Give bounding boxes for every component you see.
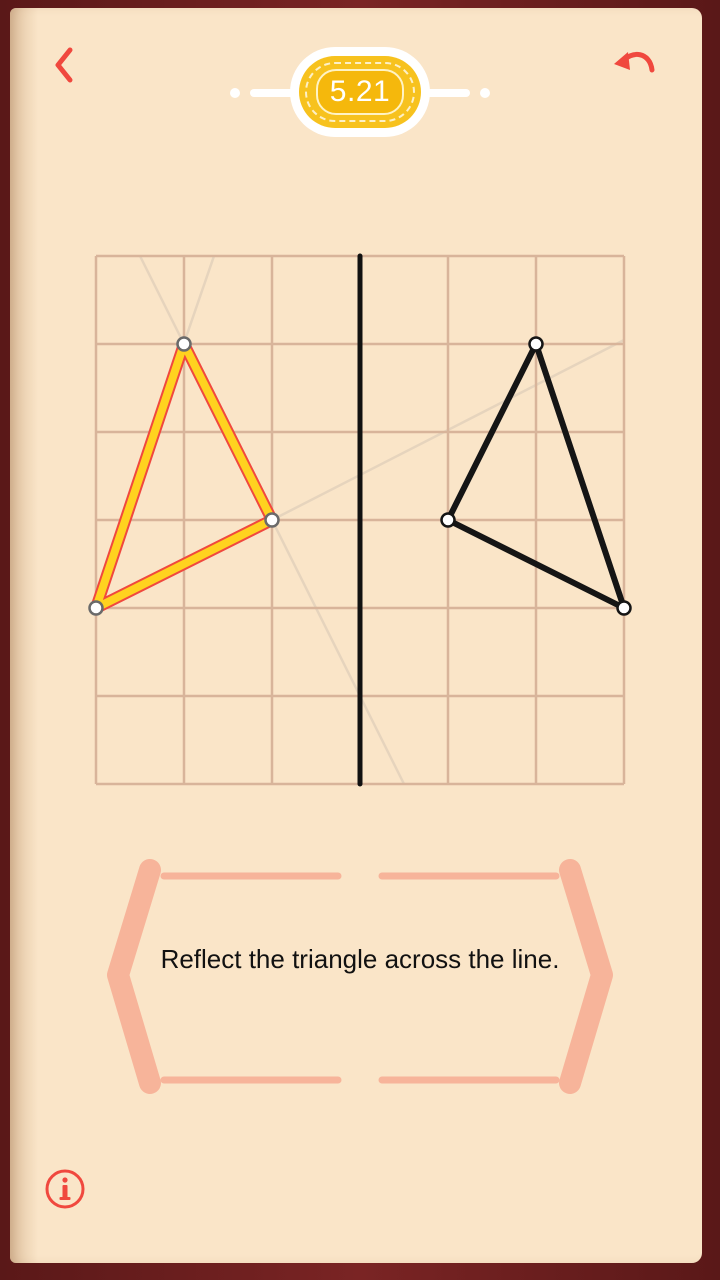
page-spine-shadow: [10, 8, 38, 1263]
reflected-vertex[interactable]: [440, 512, 456, 528]
level-number: 5.21: [315, 69, 405, 115]
level-line-left: [250, 89, 295, 97]
level-pill: 5.21: [290, 47, 430, 137]
level-dot-left: [230, 88, 240, 98]
chevron-left-icon: [55, 47, 73, 83]
source-vertex: [176, 336, 192, 352]
instruction-bracket-frame: [107, 859, 613, 1094]
back-button[interactable]: [40, 40, 90, 90]
source-vertex: [264, 512, 280, 528]
instruction-panel: [100, 855, 620, 1100]
info-icon: [45, 1169, 85, 1209]
level-line-right: [425, 89, 470, 97]
reflected-vertex[interactable]: [616, 600, 632, 616]
level-medallion: 5.21: [299, 56, 421, 128]
undo-button[interactable]: [606, 40, 662, 90]
undo-arrow-icon: [614, 52, 655, 73]
source-vertex: [88, 600, 104, 616]
instruction-text: Reflect the triangle across the line.: [160, 944, 560, 974]
reflected-vertex[interactable]: [528, 336, 544, 352]
info-button[interactable]: [44, 1168, 86, 1210]
level-dot-right: [480, 88, 490, 98]
level-badge: 5.21: [225, 45, 495, 140]
